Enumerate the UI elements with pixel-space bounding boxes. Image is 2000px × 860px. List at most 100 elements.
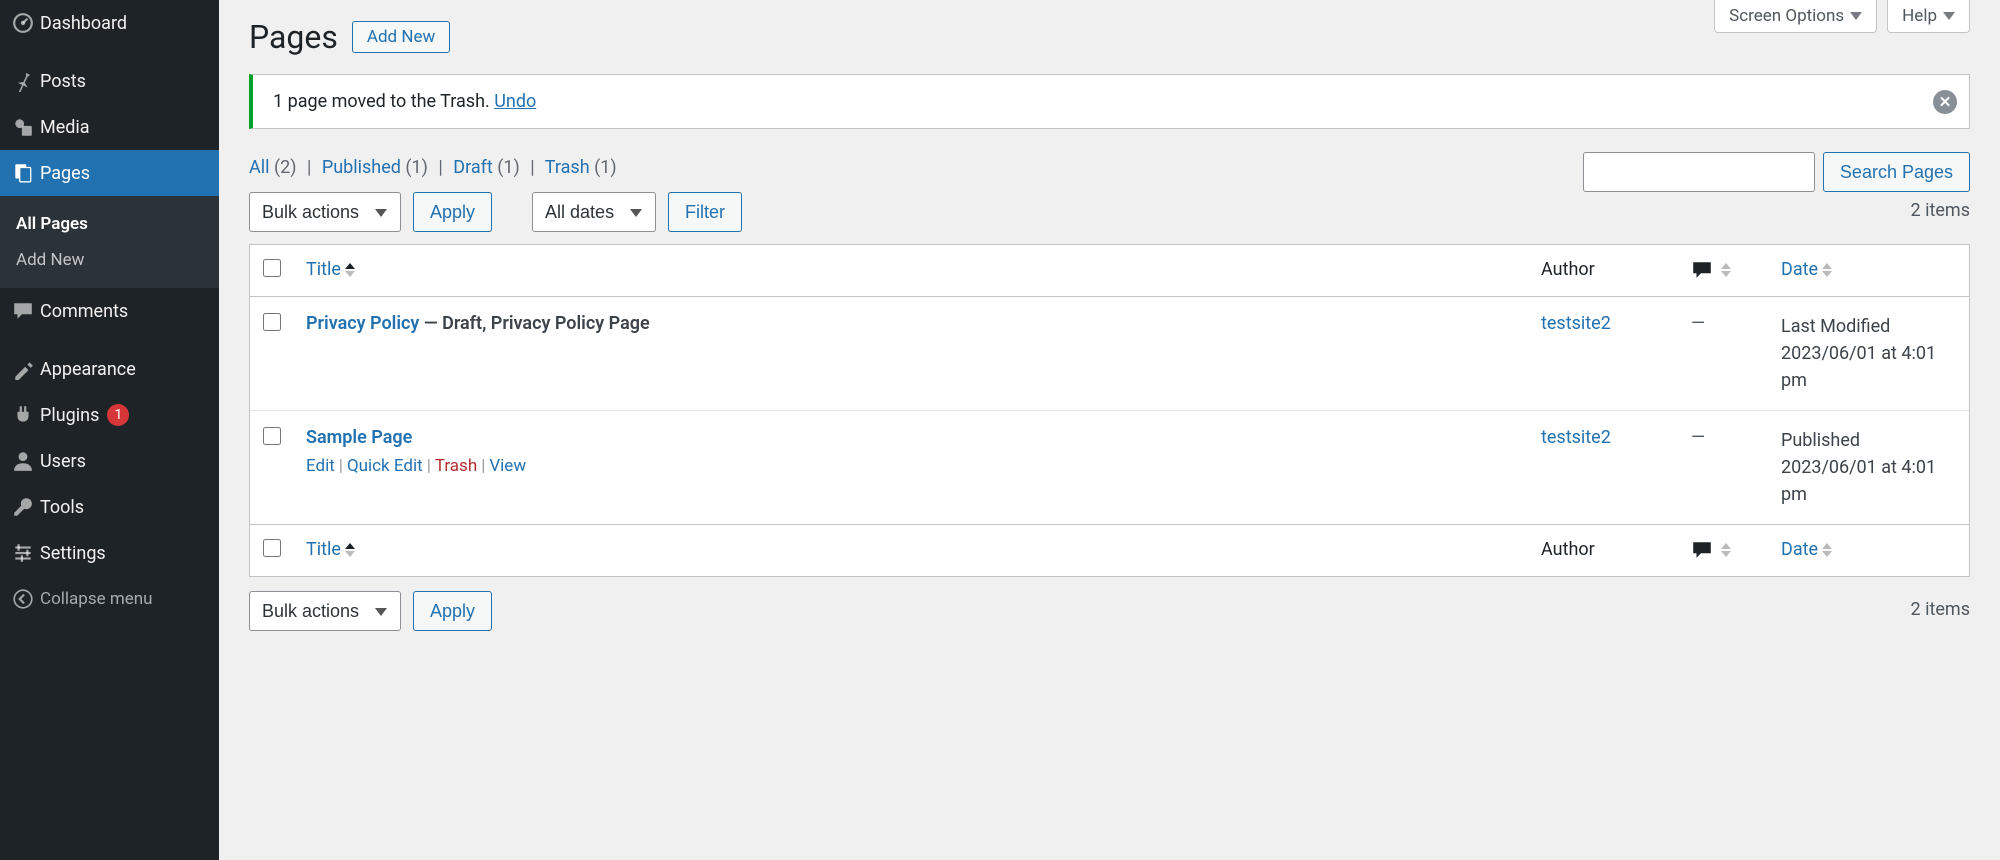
sort-indicator-icon	[345, 543, 355, 557]
help-label: Help	[1902, 6, 1937, 26]
sidebar-collapse[interactable]: Collapse menu	[0, 576, 219, 622]
sidebar-item-label: Dashboard	[40, 13, 127, 34]
items-count-bottom: 2 items	[1911, 599, 1970, 620]
sidebar-item-plugins[interactable]: Plugins 1	[0, 392, 219, 438]
tools-icon	[12, 496, 40, 518]
row-action-trash[interactable]: Trash	[435, 456, 477, 476]
items-count-top: 2 items	[1911, 200, 1970, 221]
sidebar-item-tools[interactable]: Tools	[0, 484, 219, 530]
sidebar-item-posts[interactable]: Posts	[0, 58, 219, 104]
row-title-link[interactable]: Sample Page	[306, 427, 412, 448]
post-state: — Draft, Privacy Policy Page	[419, 313, 649, 334]
sidebar-collapse-label: Collapse menu	[40, 589, 153, 609]
sidebar-item-label: Pages	[40, 163, 90, 184]
media-icon	[12, 116, 40, 138]
sort-indicator-icon	[1822, 263, 1832, 277]
bulk-actions-select[interactable]: Bulk actions	[249, 192, 401, 232]
content-area: Screen Options Help Pages Add New 1 page…	[219, 0, 2000, 631]
row-checkbox[interactable]	[263, 427, 281, 445]
appearance-icon	[12, 358, 40, 380]
sidebar-item-appearance[interactable]: Appearance	[0, 346, 219, 392]
comments-icon	[1691, 539, 1713, 561]
row-title-link[interactable]: Privacy Policy	[306, 313, 419, 334]
filter-button[interactable]: Filter	[668, 192, 742, 232]
plugin-update-badge: 1	[107, 404, 129, 426]
comments-icon	[1691, 259, 1713, 281]
chevron-down-icon	[1850, 12, 1862, 20]
tablenav-bottom: Bulk actions Apply 2 items	[249, 591, 1970, 631]
date-value: 2023/06/01 at 4:01 pm	[1781, 343, 1936, 391]
sidebar-item-comments[interactable]: Comments	[0, 288, 219, 334]
column-comments[interactable]	[1679, 245, 1769, 297]
filter-trash[interactable]: Trash	[545, 157, 590, 178]
row-action-view[interactable]: View	[489, 456, 526, 476]
date-value: 2023/06/01 at 4:01 pm	[1781, 457, 1936, 505]
filter-draft-count: (1)	[497, 157, 520, 178]
column-title-foot[interactable]: Title	[294, 524, 1529, 576]
chevron-down-icon	[1943, 12, 1955, 20]
comments-count: —	[1691, 313, 1705, 334]
sidebar-item-dashboard[interactable]: Dashboard	[0, 0, 219, 46]
sidebar-item-label: Posts	[40, 71, 86, 92]
sort-indicator-icon	[1822, 543, 1832, 557]
column-date[interactable]: Date	[1769, 245, 1969, 297]
notice-text: 1 page moved to the Trash.	[273, 91, 494, 112]
collapse-icon	[12, 588, 40, 610]
apply-bulk-button[interactable]: Apply	[413, 192, 492, 232]
pages-icon	[12, 162, 40, 184]
column-author-foot: Author	[1529, 524, 1679, 576]
comments-count: —	[1691, 427, 1705, 448]
select-all-top[interactable]	[263, 259, 281, 277]
settings-icon	[12, 542, 40, 564]
sidebar-item-label: Users	[40, 451, 86, 472]
dismiss-notice-button[interactable]: ✕	[1933, 90, 1957, 114]
row-action-edit[interactable]: Edit	[306, 456, 335, 476]
column-date-foot[interactable]: Date	[1769, 524, 1969, 576]
row-action-quick-edit[interactable]: Quick Edit	[347, 456, 423, 476]
filter-all[interactable]: All	[249, 157, 270, 178]
add-new-button[interactable]: Add New	[352, 21, 450, 53]
bulk-actions-select-bottom[interactable]: Bulk actions	[249, 591, 401, 631]
sidebar-item-label: Media	[40, 117, 90, 138]
sidebar-subitem-all-pages[interactable]: All Pages	[0, 206, 219, 242]
row-checkbox[interactable]	[263, 313, 281, 331]
dashboard-icon	[12, 12, 40, 34]
apply-bulk-button-bottom[interactable]: Apply	[413, 591, 492, 631]
screen-options-tab[interactable]: Screen Options	[1714, 0, 1877, 33]
notice-success: 1 page moved to the Trash. Undo ✕	[249, 74, 1970, 129]
help-tab[interactable]: Help	[1887, 0, 1970, 33]
filter-published[interactable]: Published	[322, 157, 401, 178]
search-button[interactable]: Search Pages	[1823, 152, 1970, 192]
admin-sidebar: Dashboard Posts Media Pages All Pages Ad…	[0, 0, 219, 860]
sidebar-item-users[interactable]: Users	[0, 438, 219, 484]
undo-link[interactable]: Undo	[494, 91, 536, 112]
author-link[interactable]: testsite2	[1541, 313, 1611, 334]
page-title: Pages	[249, 18, 338, 56]
sidebar-item-label: Tools	[40, 497, 84, 518]
search-box: Search Pages	[1583, 152, 1970, 192]
sidebar-submenu-pages: All Pages Add New	[0, 196, 219, 288]
sidebar-item-media[interactable]: Media	[0, 104, 219, 150]
sort-indicator-icon	[345, 263, 355, 277]
search-input[interactable]	[1583, 152, 1815, 192]
pin-icon	[12, 70, 40, 92]
select-all-bottom[interactable]	[263, 539, 281, 557]
date-filter-select[interactable]: All dates	[532, 192, 656, 232]
table-row: Privacy Policy — Draft, Privacy Policy P…	[250, 297, 1969, 411]
filter-published-count: (1)	[405, 157, 428, 178]
column-title[interactable]: Title	[294, 245, 1529, 297]
column-comments-foot[interactable]	[1679, 524, 1769, 576]
screen-meta: Screen Options Help	[1714, 0, 1970, 33]
sort-indicator-icon	[1721, 543, 1731, 557]
close-icon: ✕	[1939, 93, 1952, 111]
row-actions: Edit|Quick Edit|Trash|View	[306, 456, 1517, 476]
sort-indicator-icon	[1721, 263, 1731, 277]
comments-icon	[12, 300, 40, 322]
sidebar-item-label: Settings	[40, 543, 106, 564]
sidebar-item-pages[interactable]: Pages	[0, 150, 219, 196]
sidebar-subitem-add-new[interactable]: Add New	[0, 242, 219, 278]
author-link[interactable]: testsite2	[1541, 427, 1611, 448]
filter-draft[interactable]: Draft	[453, 157, 493, 178]
sidebar-item-settings[interactable]: Settings	[0, 530, 219, 576]
date-prefix: Last Modified	[1781, 316, 1890, 337]
